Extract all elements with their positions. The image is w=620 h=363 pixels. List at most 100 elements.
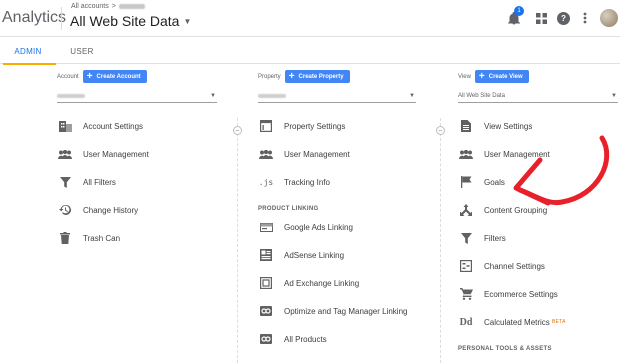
filter-icon xyxy=(57,174,73,190)
menu-item-view-user-management[interactable]: User Management xyxy=(458,140,618,168)
link-icon xyxy=(258,303,274,319)
menu-item-label: Property Settings xyxy=(284,121,346,131)
view-label: View xyxy=(458,73,471,80)
avatar[interactable] xyxy=(600,9,618,27)
grouping-icon xyxy=(458,202,474,218)
js-icon: .js xyxy=(258,177,274,187)
view-column: View + Create View All Web Site Data ▼ V… xyxy=(458,70,618,353)
menu-item-account-settings[interactable]: Account Settings xyxy=(57,112,217,140)
menu-item-channel-settings[interactable]: Channel Settings xyxy=(458,252,618,280)
plus-icon: + xyxy=(288,70,295,82)
breadcrumb-all-accounts[interactable]: All accounts xyxy=(71,3,109,10)
menu-item-content-grouping[interactable]: Content Grouping xyxy=(458,196,618,224)
link-icon xyxy=(258,331,274,347)
account-selector[interactable]: ▼ xyxy=(57,90,217,103)
menu-item-label: Filters xyxy=(484,233,506,243)
help-icon: ? xyxy=(556,11,570,25)
dropdown-arrow-icon: ▼ xyxy=(611,93,617,99)
create-view-label: Create View xyxy=(488,73,523,80)
svg-text:?: ? xyxy=(561,14,566,23)
menu-item-tracking-info[interactable]: .js Tracking Info xyxy=(258,168,416,196)
view-selected-value: All Web Site Data xyxy=(458,93,505,99)
more-menu-button[interactable] xyxy=(574,7,596,29)
people-icon xyxy=(258,146,274,162)
menu-item-view-settings[interactable]: View Settings xyxy=(458,112,618,140)
menu-item-google-ads-linking[interactable]: Google Ads Linking xyxy=(258,213,416,241)
plus-icon: + xyxy=(86,70,93,82)
app-name[interactable]: Analytics xyxy=(2,9,66,27)
tab-user[interactable]: USER xyxy=(62,38,102,64)
top-header: Analytics All accounts > All Web Site Da… xyxy=(0,0,620,37)
menu-item-label: Ecommerce Settings xyxy=(484,289,558,299)
create-account-button[interactable]: + Create Account xyxy=(82,70,147,83)
menu-item-all-filters[interactable]: All Filters xyxy=(57,168,217,196)
channel-icon xyxy=(458,258,474,274)
tab-bar: ADMIN USER xyxy=(0,38,620,65)
menu-item-trash-can[interactable]: Trash Can xyxy=(57,224,217,252)
account-menu: Account Settings User Management All Fil… xyxy=(57,112,217,252)
people-icon xyxy=(57,146,73,162)
menu-item-ad-exchange-linking[interactable]: Ad Exchange Linking xyxy=(258,269,416,297)
plus-icon: + xyxy=(478,70,485,82)
menu-item-label: Account Settings xyxy=(83,121,144,131)
menu-item-filters[interactable]: Filters xyxy=(458,224,618,252)
menu-item-label: Google Ads Linking xyxy=(284,222,353,232)
property-label: Property xyxy=(258,73,281,80)
beta-badge: BETA xyxy=(551,319,566,325)
view-column-header: View + Create View xyxy=(458,70,618,83)
history-icon xyxy=(57,202,73,218)
apps-button[interactable] xyxy=(530,7,552,29)
notification-badge: 1 xyxy=(514,6,524,16)
ads-icon xyxy=(258,219,274,235)
account-label: Account xyxy=(57,73,79,80)
menu-item-label: View Settings xyxy=(484,121,533,131)
menu-item-label: Change History xyxy=(83,205,139,215)
view-menu: View Settings User Management Goals Cont… xyxy=(458,112,618,352)
people-icon xyxy=(458,146,474,162)
create-account-label: Create Account xyxy=(96,73,141,80)
expand-collapse-icon[interactable]: ⇔ xyxy=(436,126,445,135)
menu-item-optimize-tag-manager-linking[interactable]: Optimize and Tag Manager Linking xyxy=(258,297,416,325)
menu-item-label: Content Grouping xyxy=(484,205,548,215)
property-selector[interactable]: ▼ xyxy=(258,90,416,103)
menu-item-adsense-linking[interactable]: AdSense Linking xyxy=(258,241,416,269)
breadcrumb-account-redacted xyxy=(118,4,145,9)
breadcrumb[interactable]: All accounts > xyxy=(71,3,145,10)
help-button[interactable]: ? xyxy=(552,7,574,29)
document-icon xyxy=(458,118,474,134)
adexchange-icon xyxy=(258,275,274,291)
dd-icon: Dd xyxy=(459,316,473,328)
menu-item-calculated-metrics[interactable]: Dd Calculated Metrics BETA xyxy=(458,308,618,336)
menu-item-goals[interactable]: Goals xyxy=(458,168,618,196)
menu-item-label: User Management xyxy=(83,149,149,159)
create-property-button[interactable]: + Create Property xyxy=(284,70,350,83)
expand-collapse-icon[interactable]: ⇔ xyxy=(233,126,242,135)
view-selector[interactable]: All Web Site Data ▼ xyxy=(458,90,618,103)
breadcrumb-separator: > xyxy=(111,3,116,10)
menu-item-property-user-management[interactable]: User Management xyxy=(258,140,416,168)
create-view-button[interactable]: + Create View xyxy=(474,70,529,83)
header-actions: 1 ? xyxy=(503,6,620,29)
menu-item-label: User Management xyxy=(484,149,550,159)
menu-item-label: User Management xyxy=(284,149,350,159)
property-view-selector[interactable]: All Web Site Data ▼ xyxy=(70,13,191,29)
menu-item-property-settings[interactable]: Property Settings xyxy=(258,112,416,140)
property-menu: Property Settings User Management .js Tr… xyxy=(258,112,416,353)
menu-item-change-history[interactable]: Change History xyxy=(57,196,217,224)
menu-item-label: Ad Exchange Linking xyxy=(284,278,360,288)
column-separator xyxy=(440,118,441,363)
menu-item-label: All Products xyxy=(284,334,327,344)
menu-item-label: Tracking Info xyxy=(284,177,330,187)
menu-item-account-user-management[interactable]: User Management xyxy=(57,140,217,168)
tab-admin[interactable]: ADMIN xyxy=(0,38,56,65)
flag-icon xyxy=(458,174,474,190)
menu-item-label: All Filters xyxy=(83,177,116,187)
menu-item-label: Trash Can xyxy=(83,233,121,243)
menu-item-all-products[interactable]: All Products xyxy=(258,325,416,353)
account-column-header: Account + Create Account xyxy=(57,70,217,83)
menu-item-ecommerce-settings[interactable]: Ecommerce Settings xyxy=(458,280,618,308)
menu-item-label: Optimize and Tag Manager Linking xyxy=(284,306,408,316)
property-name-redacted xyxy=(258,94,286,98)
account-name-redacted xyxy=(57,94,85,98)
notifications-button[interactable]: 1 xyxy=(503,6,525,29)
